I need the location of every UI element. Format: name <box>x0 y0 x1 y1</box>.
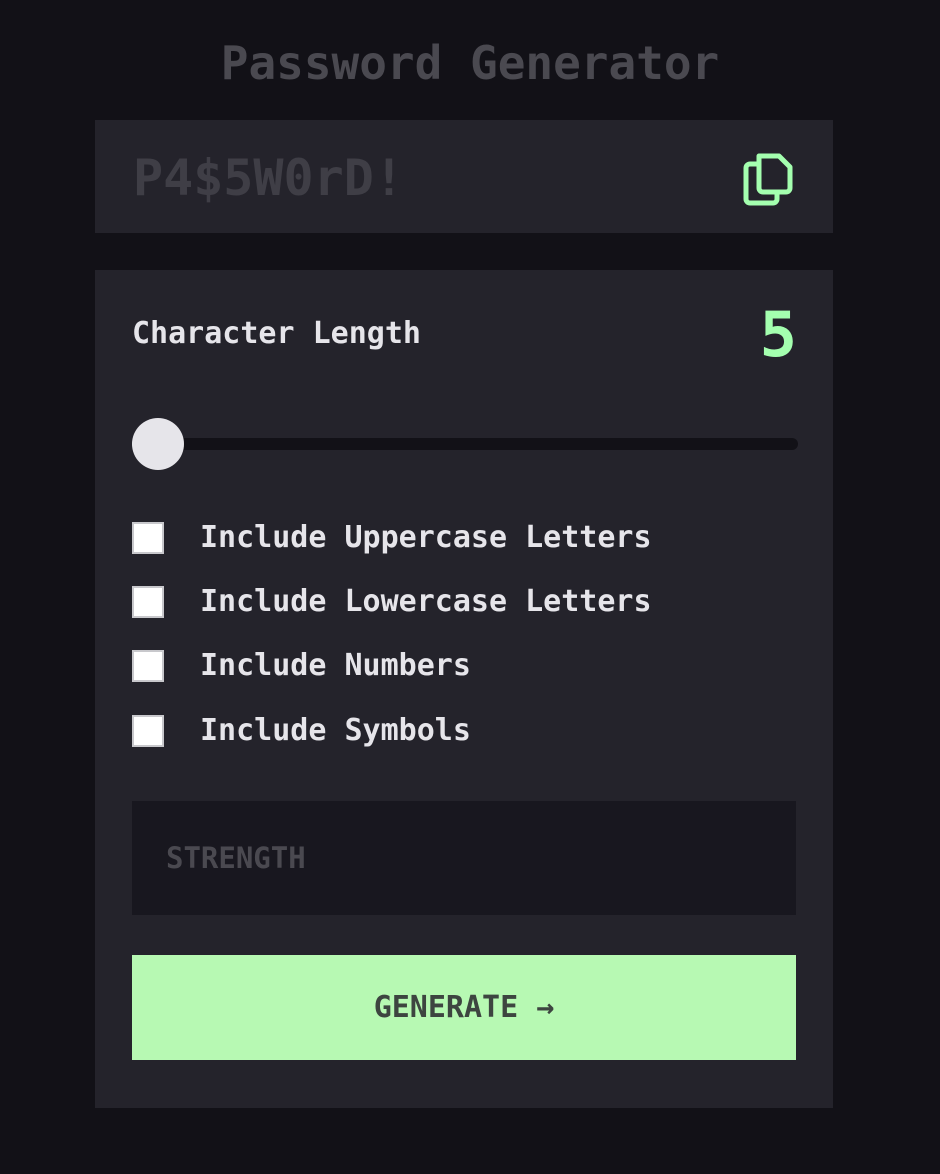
length-slider[interactable] <box>132 418 798 470</box>
uppercase-label: Include Uppercase Letters <box>200 520 652 555</box>
numbers-checkbox[interactable] <box>132 650 164 682</box>
option-numbers[interactable]: Include Numbers <box>132 649 798 683</box>
generate-button[interactable]: GENERATE → <box>132 955 796 1060</box>
password-output: P4$5W0rD! <box>133 149 404 207</box>
symbols-checkbox[interactable] <box>132 715 164 747</box>
length-slider-thumb[interactable] <box>132 418 184 470</box>
option-symbols[interactable]: Include Symbols <box>132 714 798 748</box>
generate-button-label: GENERATE → <box>373 990 555 1025</box>
character-length-label: Character Length <box>132 316 421 351</box>
lowercase-label: Include Lowercase Letters <box>200 584 652 619</box>
copy-icon <box>743 153 793 206</box>
generator-panel: Character Length 5 Include Uppercase Let… <box>95 270 833 1108</box>
character-length-value: 5 <box>759 298 797 371</box>
page-title: Password Generator <box>220 36 720 90</box>
password-display: P4$5W0rD! <box>95 120 833 233</box>
lowercase-checkbox[interactable] <box>132 586 164 618</box>
copy-button[interactable] <box>739 148 797 206</box>
uppercase-checkbox[interactable] <box>132 522 164 554</box>
symbols-label: Include Symbols <box>200 713 471 748</box>
numbers-label: Include Numbers <box>200 648 471 683</box>
option-uppercase[interactable]: Include Uppercase Letters <box>132 521 798 555</box>
option-lowercase[interactable]: Include Lowercase Letters <box>132 585 798 619</box>
strength-label: STRENGTH <box>166 841 306 875</box>
strength-meter: STRENGTH <box>132 801 796 915</box>
